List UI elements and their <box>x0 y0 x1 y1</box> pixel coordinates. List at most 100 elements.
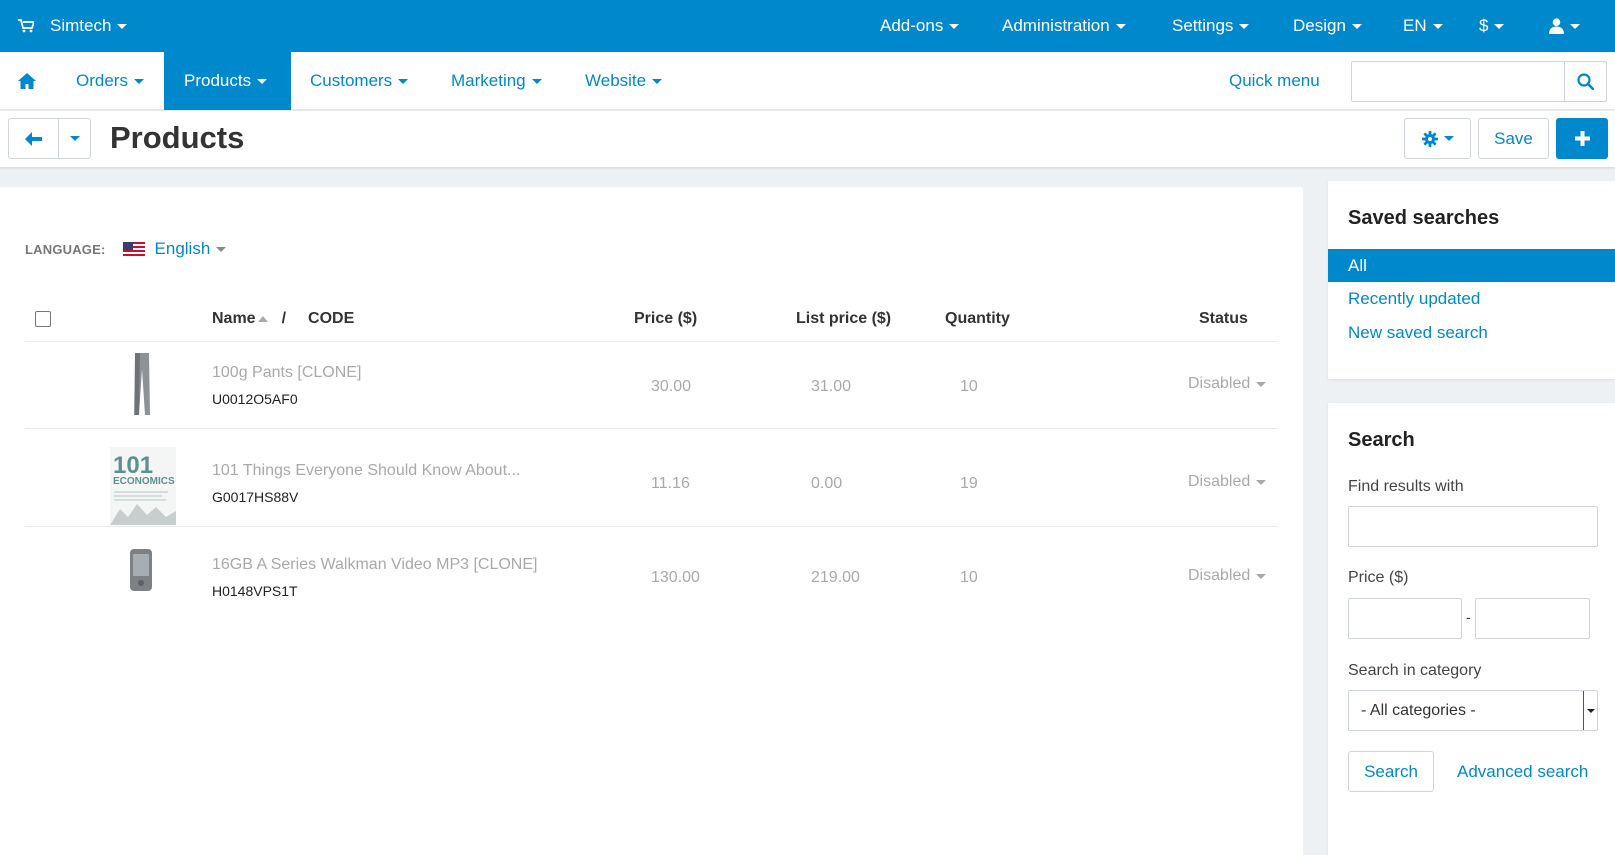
home-link[interactable] <box>18 52 36 110</box>
sort-by-price[interactable]: Price ($) <box>634 295 697 342</box>
product-name-link[interactable]: 101 Things Everyone Should Know About... <box>212 462 520 480</box>
nav-orders[interactable]: Orders <box>76 52 144 110</box>
table-row: 101 ECONOMICS 101 Things Everyone Should… <box>25 429 1277 527</box>
menu-language[interactable]: EN <box>1403 0 1443 52</box>
save-button[interactable]: Save <box>1478 118 1549 159</box>
advanced-search-link[interactable]: Advanced search <box>1457 751 1588 792</box>
products-panel: LANGUAGE: English Name / CODE Price ($) … <box>0 187 1303 855</box>
nav-marketing-label: Marketing <box>451 71 526 90</box>
saved-searches-title: Saved searches <box>1348 207 1500 229</box>
product-code: U0012O5AF0 <box>212 391 298 407</box>
chevron-down-icon <box>398 78 409 84</box>
saved-search-recently-updated[interactable]: Recently updated <box>1328 282 1615 315</box>
menu-user[interactable] <box>1549 0 1580 52</box>
search-panel: Search Find results with Price ($) - Sea… <box>1328 403 1615 855</box>
page-title: Products <box>110 120 245 155</box>
price-range-separator: - <box>1466 609 1471 625</box>
user-icon <box>1549 18 1564 34</box>
sort-by-status[interactable]: Status <box>1199 295 1248 342</box>
chevron-down-icon <box>1115 23 1126 29</box>
chevron-down-icon <box>949 23 960 29</box>
price-label: Price ($) <box>1348 569 1409 586</box>
global-search <box>1351 61 1607 102</box>
product-quantity[interactable]: 19 <box>960 475 978 493</box>
new-saved-search-link[interactable]: New saved search <box>1328 316 1615 349</box>
status-dropdown[interactable]: Disabled <box>1188 473 1267 491</box>
book-cover-title: 101 <box>113 452 153 479</box>
main-nav: Orders Products Customers Marketing Webs… <box>0 52 1615 110</box>
menu-design-label: Design <box>1293 16 1346 35</box>
history-dropdown-button[interactable] <box>59 119 90 158</box>
sort-by-name[interactable]: Name <box>212 310 256 328</box>
home-icon <box>18 73 36 89</box>
menu-administration-label: Administration <box>1002 16 1110 35</box>
status-dropdown[interactable]: Disabled <box>1188 567 1267 585</box>
menu-addons-label: Add-ons <box>880 16 944 35</box>
product-name-link[interactable]: 100g Pants [CLONE] <box>212 364 361 382</box>
product-thumbnail[interactable]: 101 ECONOMICS <box>110 447 176 525</box>
product-name-link[interactable]: 16GB A Series Walkman Video MP3 [CLONE] <box>212 556 537 574</box>
product-quantity[interactable]: 10 <box>960 378 978 396</box>
title-bar: Products Save <box>0 111 1615 167</box>
settings-dropdown-button[interactable] <box>1404 118 1471 159</box>
nav-marketing[interactable]: Marketing <box>451 52 542 110</box>
product-thumbnail[interactable] <box>109 350 175 420</box>
chevron-down-icon <box>1256 479 1267 485</box>
product-quantity[interactable]: 10 <box>960 569 978 587</box>
product-thumbnail[interactable] <box>126 548 156 592</box>
product-price[interactable]: 130.00 <box>651 569 700 587</box>
book-cover-subtitle: ECONOMICS <box>113 476 175 487</box>
language-label: LANGUAGE: <box>25 241 106 257</box>
product-list-price[interactable]: 219.00 <box>811 569 860 587</box>
gear-icon <box>1421 130 1438 147</box>
product-price[interactable]: 30.00 <box>651 378 691 396</box>
menu-design[interactable]: Design <box>1293 0 1362 52</box>
chevron-down-icon <box>1239 23 1250 29</box>
select-all-checkbox[interactable] <box>35 311 51 327</box>
sort-by-code[interactable]: CODE <box>308 310 354 328</box>
chevron-down-icon <box>257 78 268 84</box>
back-button[interactable] <box>9 119 60 158</box>
menu-administration[interactable]: Administration <box>1002 0 1126 52</box>
menu-addons[interactable]: Add-ons <box>880 0 960 52</box>
product-price[interactable]: 11.16 <box>651 475 690 493</box>
menu-currency-label: $ <box>1479 16 1489 35</box>
menu-currency[interactable]: $ <box>1479 0 1505 52</box>
quick-menu-link[interactable]: Quick menu <box>1229 52 1320 110</box>
chevron-down-icon <box>652 78 663 84</box>
search-button[interactable]: Search <box>1348 751 1434 792</box>
sort-by-list-price[interactable]: List price ($) <box>796 295 891 342</box>
menu-language-label: EN <box>1403 16 1427 35</box>
us-flag-icon <box>122 242 145 256</box>
status-dropdown[interactable]: Disabled <box>1188 375 1267 393</box>
top-bar: Simtech Add-ons Administration Settings … <box>0 0 1615 52</box>
menu-settings[interactable]: Settings <box>1172 0 1250 52</box>
arrow-left-icon <box>25 131 43 146</box>
nav-website[interactable]: Website <box>585 52 663 110</box>
select-arrow-icon <box>1583 691 1597 730</box>
sort-by-quantity[interactable]: Quantity <box>945 295 1010 342</box>
saved-search-all[interactable]: All <box>1328 249 1615 282</box>
back-button-group <box>8 118 91 159</box>
nav-customers[interactable]: Customers <box>310 52 409 110</box>
chevron-down-icon <box>133 78 144 84</box>
store-switcher[interactable]: Simtech <box>18 0 128 52</box>
table-row: 100g Pants [CLONE] U0012O5AF0 30.00 31.0… <box>25 342 1277 429</box>
chevron-down-icon <box>1494 23 1505 29</box>
language-dropdown[interactable]: English <box>155 239 211 259</box>
chevron-down-icon <box>1443 136 1454 141</box>
global-search-button[interactable] <box>1564 62 1606 101</box>
nav-products[interactable]: Products <box>164 52 291 110</box>
add-product-button[interactable] <box>1556 118 1608 159</box>
price-from-input[interactable] <box>1348 598 1462 639</box>
global-search-input[interactable] <box>1352 62 1565 101</box>
product-code: G0017HS88V <box>212 489 299 505</box>
category-select[interactable]: - All categories - <box>1348 690 1598 731</box>
product-list-price[interactable]: 0.00 <box>811 475 842 493</box>
cart-icon <box>18 19 34 33</box>
price-to-input[interactable] <box>1475 598 1590 639</box>
find-results-label: Find results with <box>1348 478 1464 495</box>
product-list-price[interactable]: 31.00 <box>811 378 851 396</box>
nav-orders-label: Orders <box>76 71 128 90</box>
find-results-input[interactable] <box>1348 506 1598 547</box>
